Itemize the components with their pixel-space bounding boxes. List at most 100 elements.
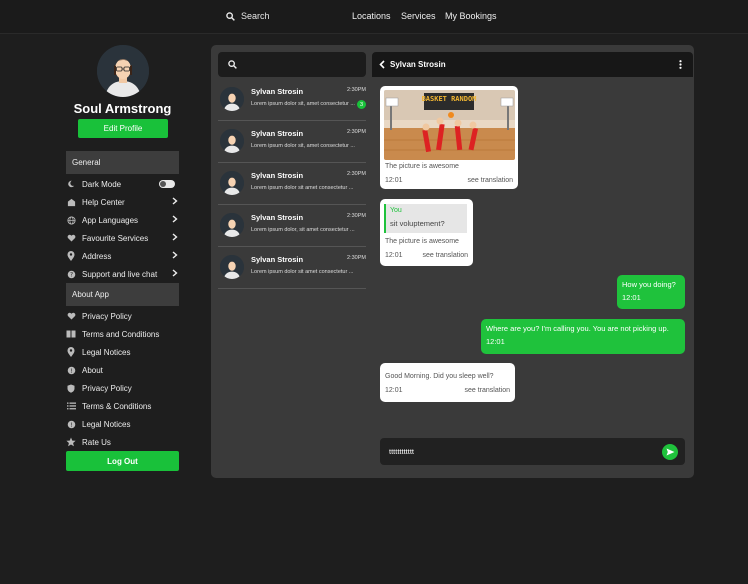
- conversation-time: 2:30PM: [347, 129, 366, 135]
- info-icon: !: [66, 419, 76, 429]
- book-icon: [66, 329, 76, 339]
- send-button[interactable]: [662, 444, 678, 460]
- logout-button[interactable]: Log Out: [66, 451, 179, 471]
- search-icon: [226, 11, 235, 21]
- sidebar-item-label: Support and live chat: [82, 269, 158, 279]
- sidebar-item-label: Address: [82, 251, 112, 261]
- conversation-preview: Lorem ipsum dolor, sit amet consectetur …: [251, 227, 355, 233]
- nav-link-my-bookings[interactable]: My Bookings: [445, 11, 497, 21]
- see-translation-link[interactable]: see translation: [467, 177, 513, 184]
- sidebar-item-privacy-policy-2[interactable]: Privacy Policy: [66, 381, 179, 395]
- moon-icon: [66, 179, 76, 189]
- svg-text:!: !: [70, 368, 72, 374]
- message-text: Good Morning. Did you sleep well?: [385, 373, 494, 380]
- see-translation-link[interactable]: see translation: [422, 252, 468, 259]
- top-navbar: Search Locations Services My Bookings: [0, 0, 748, 34]
- conversation-time: 2:30PM: [347, 213, 366, 219]
- sidebar-item-label: Favourite Services: [82, 233, 149, 243]
- chat-header: Sylvan Strosin: [372, 52, 693, 77]
- message-text: The picture is awesome: [385, 238, 459, 245]
- sidebar-item-terms-and-conditions[interactable]: Terms and Conditions: [66, 327, 179, 341]
- sidebar-item-address[interactable]: Address: [66, 249, 179, 263]
- sidebar-item-dark-mode[interactable]: Dark Mode: [66, 177, 179, 191]
- conversation-item[interactable]: Sylvan Strosin 2:30PM Lorem ipsum dolor …: [218, 79, 366, 121]
- sidebar-item-support[interactable]: ? Support and live chat: [66, 267, 179, 281]
- sidebar-item-label: Rate Us: [82, 437, 111, 447]
- message-time: 12:01: [622, 293, 641, 302]
- about-section-heading: About App: [66, 283, 179, 306]
- sidebar-item-about[interactable]: ! About: [66, 363, 179, 377]
- unread-badge: 3: [357, 100, 366, 109]
- message-text: Where are you? I'm calling you. You are …: [486, 324, 669, 333]
- message-incoming-reply: You sit voluptement? The picture is awes…: [380, 199, 473, 266]
- quoted-message[interactable]: You sit voluptement?: [384, 204, 467, 233]
- message-input[interactable]: tttttttttttt: [389, 447, 649, 456]
- avatar: [220, 129, 244, 153]
- message-outgoing: How you doing? 12:01: [617, 275, 685, 309]
- chevron-right-icon: [172, 215, 178, 223]
- avatar: [220, 213, 244, 237]
- message-outgoing: Where are you? I'm calling you. You are …: [481, 319, 685, 354]
- profile-avatar: [97, 45, 149, 97]
- message-time: 12:01: [385, 177, 403, 184]
- sidebar-item-label: Terms and Conditions: [82, 329, 160, 339]
- conversation-item[interactable]: Sylvan Strosin 2:30PM Lorem ipsum dolor …: [218, 163, 366, 205]
- nav-link-locations[interactable]: Locations: [352, 11, 391, 21]
- more-vertical-icon[interactable]: [679, 60, 682, 69]
- message-incoming: Good Morning. Did you sleep well? 12:01 …: [380, 363, 515, 402]
- chevron-right-icon: [172, 251, 178, 259]
- location-pin-icon: [66, 251, 76, 261]
- svg-text:!: !: [70, 422, 72, 428]
- conversation-name: Sylvan Strosin: [251, 129, 304, 138]
- conversation-preview: Lorem ipsum dolor sit amet consectetur .…: [251, 269, 354, 275]
- general-section-heading: General: [66, 151, 179, 174]
- conversation-preview: Lorem ipsum dolor sit, amet consectetur …: [251, 143, 355, 149]
- nav-link-services[interactable]: Services: [401, 11, 436, 21]
- profile-name: Soul Armstrong: [73, 101, 172, 116]
- conversation-item[interactable]: Sylvan Strosin 2:30PM Lorem ipsum dolor,…: [218, 205, 366, 247]
- sidebar-item-label: Dark Mode: [82, 179, 122, 189]
- edit-profile-button[interactable]: Edit Profile: [78, 119, 168, 138]
- conversation-preview: Lorem ipsum dolor sit amet consectetur .…: [251, 185, 354, 191]
- nav-search[interactable]: Search: [226, 11, 270, 21]
- see-translation-link[interactable]: see translation: [464, 387, 510, 394]
- conversation-name: Sylvan Strosin: [251, 87, 304, 96]
- message-time: 12:01: [385, 387, 403, 394]
- sidebar-item-favourite-services[interactable]: Favourite Services: [66, 231, 179, 245]
- support-icon: ?: [66, 269, 76, 279]
- message-time: 12:01: [385, 252, 403, 259]
- message-time: 12:01: [486, 337, 505, 346]
- chevron-right-icon: [172, 197, 178, 205]
- conversation-item[interactable]: Sylvan Strosin 2:30PM Lorem ipsum dolor …: [218, 121, 366, 163]
- sidebar-item-terms[interactable]: Terms & Conditions: [66, 399, 179, 413]
- globe-icon: [66, 215, 76, 225]
- shield-icon: [66, 383, 76, 393]
- dark-mode-toggle[interactable]: [159, 180, 175, 188]
- sidebar-item-label: Privacy Policy: [82, 383, 132, 393]
- sidebar-item-help-center[interactable]: Help Center: [66, 195, 179, 209]
- quote-text: sit voluptement?: [390, 219, 445, 228]
- message-text: How you doing?: [622, 280, 676, 289]
- location-pin-icon: [66, 347, 76, 357]
- sidebar-item-app-languages[interactable]: App Languages: [66, 213, 179, 227]
- sidebar-item-legal-notices[interactable]: Legal Notices: [66, 345, 179, 359]
- avatar: [220, 87, 244, 111]
- sidebar-item-privacy-policy[interactable]: Privacy Policy: [66, 309, 179, 323]
- conversation-search-input[interactable]: [218, 52, 366, 77]
- heart-icon: [66, 233, 76, 243]
- message-composer: tttttttttttt: [380, 438, 685, 465]
- sidebar-item-label: Legal Notices: [82, 419, 131, 429]
- sidebar-item-label: Privacy Policy: [82, 311, 132, 321]
- conversation-name: Sylvan Strosin: [251, 255, 304, 264]
- conversation-item[interactable]: Sylvan Strosin 2:30PM Lorem ipsum dolor …: [218, 247, 366, 289]
- nav-search-label: Search: [241, 11, 270, 21]
- game-image[interactable]: BASKET RANDOM: [384, 90, 515, 160]
- sidebar-item-legal-notices-2[interactable]: ! Legal Notices: [66, 417, 179, 431]
- help-center-icon: [66, 197, 76, 207]
- back-arrow-icon[interactable]: [379, 60, 385, 69]
- chevron-right-icon: [172, 269, 178, 277]
- sidebar-item-label: Terms & Conditions: [82, 401, 152, 411]
- info-icon: !: [66, 365, 76, 375]
- avatar: [220, 255, 244, 279]
- sidebar-item-rate-us[interactable]: Rate Us: [66, 435, 179, 449]
